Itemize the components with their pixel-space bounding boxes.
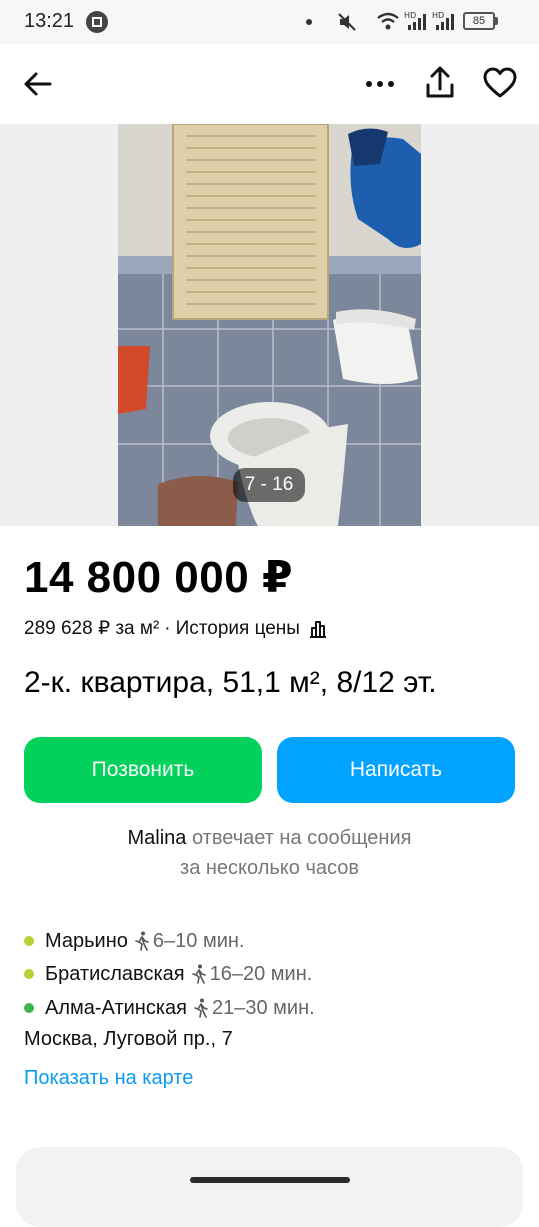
share-icon	[426, 66, 454, 98]
seller-response-info: Malina отвечает на сообщения за нескольк…	[0, 823, 539, 883]
notification-dot-icon	[306, 19, 312, 25]
price-per-m2: 289 628 ₽ за м²	[24, 618, 160, 639]
svg-text:HD: HD	[432, 11, 444, 20]
wifi-icon	[376, 10, 400, 37]
response-time: за несколько часов	[180, 857, 359, 879]
seller-name[interactable]: Malina	[128, 827, 187, 849]
share-button[interactable]	[422, 65, 458, 101]
response-text: отвечает на сообщения	[192, 827, 412, 849]
battery-tip	[495, 17, 498, 25]
status-bar: 13:21 HD HD 85	[0, 0, 539, 44]
listing-photo[interactable]	[118, 124, 421, 526]
walking-time: 6–10 мин.	[152, 929, 245, 952]
show-on-map-link[interactable]: Показать на карте	[24, 1067, 193, 1090]
write-message-button[interactable]: Написать	[277, 737, 515, 803]
address: Москва, Луговой пр., 7	[24, 1028, 233, 1050]
photo-gallery[interactable]: 7 - 16	[0, 124, 539, 526]
metro-station-name: Марьино	[45, 929, 128, 952]
signal-icon: HD	[432, 10, 458, 37]
listing-title: 2-к. квартира, 51,1 м², 8/12 эт.	[24, 666, 437, 699]
bar-chart-icon[interactable]	[308, 619, 328, 639]
back-button[interactable]	[22, 68, 54, 100]
status-time: 13:21	[24, 10, 75, 32]
metro-station-name: Братиславская	[45, 962, 185, 985]
arrow-left-icon	[24, 72, 52, 96]
separator: ·	[164, 617, 171, 639]
heart-icon	[483, 67, 517, 98]
metro-station: Алма-Атинская 21–30 мин.	[24, 994, 315, 1022]
walking-icon	[191, 964, 206, 984]
walking-icon	[135, 931, 149, 951]
metro-station: Марьино 6–10 мин.	[24, 927, 244, 955]
home-indicator[interactable]	[190, 1177, 350, 1183]
next-section-card	[16, 1147, 523, 1227]
more-button[interactable]	[362, 68, 398, 100]
favorite-button[interactable]	[482, 65, 518, 101]
top-toolbar	[0, 44, 539, 124]
walking-time: 16–20 мин.	[209, 962, 313, 985]
mute-icon	[336, 11, 358, 38]
metro-line-dot	[24, 936, 34, 946]
signal-icon: HD	[404, 10, 430, 37]
battery-icon: 85	[463, 12, 495, 30]
walking-time: 21–30 мин.	[211, 996, 315, 1019]
listing-price: 14 800 000 ₽	[24, 553, 294, 602]
metro-line-dot	[24, 1003, 34, 1013]
app-notification-icon	[86, 11, 108, 33]
metro-station: Братиславская 16–20 мин.	[24, 960, 312, 988]
call-button[interactable]: Позвонить	[24, 737, 262, 803]
metro-line-dot	[24, 969, 34, 979]
svg-text:HD: HD	[404, 11, 416, 20]
price-details: 289 628 ₽ за м² · История цены	[24, 617, 328, 640]
metro-station-name: Алма-Атинская	[45, 996, 187, 1019]
photo-counter: 7 - 16	[233, 468, 305, 502]
walking-icon	[194, 998, 208, 1018]
more-horizontal-icon	[366, 81, 394, 87]
price-history-link[interactable]: История цены	[176, 618, 300, 640]
